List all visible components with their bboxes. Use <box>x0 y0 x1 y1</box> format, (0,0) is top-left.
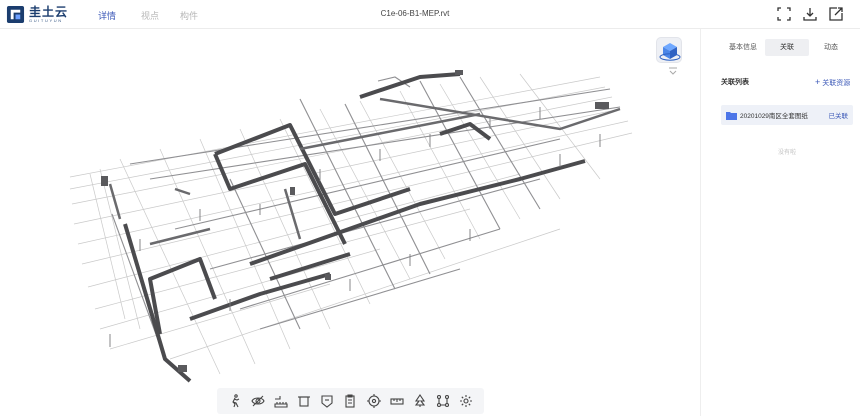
model-viewer[interactable] <box>0 29 700 416</box>
side-panel: 基本信息 关联 动态 关联列表 + 关联资源 20201029南区全套图纸 已关联… <box>700 29 860 416</box>
logo-icon <box>6 5 25 24</box>
ruler-icon <box>390 398 404 405</box>
tab-activity[interactable]: 动态 <box>809 39 853 56</box>
tab-components[interactable]: 构件 <box>180 9 198 22</box>
clipboard-icon <box>345 394 355 408</box>
target-button[interactable] <box>365 392 383 410</box>
view-cube[interactable] <box>656 37 682 63</box>
mep-model-wireframe[interactable] <box>0 29 700 416</box>
chevron-down-icon[interactable] <box>668 67 678 75</box>
walk-button[interactable] <box>226 392 244 410</box>
walk-icon <box>231 394 239 408</box>
nodes-button[interactable] <box>434 392 452 410</box>
measure-button[interactable] <box>272 392 290 410</box>
markup-icon <box>321 395 333 408</box>
section-button[interactable] <box>295 392 313 410</box>
relation-list-title: 关联列表 <box>721 79 749 86</box>
tab-relations[interactable]: 关联 <box>765 39 809 56</box>
plus-icon: + <box>815 77 821 87</box>
brand-subtitle: GUITUYUN <box>29 17 63 23</box>
download-icon[interactable] <box>803 7 817 21</box>
link-resource-label: 关联资源 <box>822 80 851 87</box>
section-icon <box>298 396 311 407</box>
tree-icon <box>414 394 426 407</box>
target-icon <box>366 394 381 408</box>
settings-button[interactable] <box>457 392 475 410</box>
share-icon[interactable] <box>829 7 843 21</box>
tab-details[interactable]: 详情 <box>98 9 116 22</box>
top-bar: 圭土云 GUITUYUN 详情 视点 构件 C1e-06-B1-MEP.rvt <box>0 0 860 29</box>
list-item[interactable]: 20201029南区全套图纸 已关联 <box>721 105 853 125</box>
document-title: C1e-06-B1-MEP.rvt <box>380 9 450 18</box>
cube-icon <box>659 43 681 61</box>
clipboard-button[interactable] <box>341 392 359 410</box>
measure-icon <box>274 396 288 408</box>
ruler-button[interactable] <box>388 392 406 410</box>
markup-button[interactable] <box>318 392 336 410</box>
panel-tabs: 基本信息 关联 动态 <box>721 39 853 56</box>
settings-icon <box>460 395 473 407</box>
hide-icon <box>251 395 265 407</box>
tab-basic-info[interactable]: 基本信息 <box>721 39 765 56</box>
status-badge: 已关联 <box>828 113 849 120</box>
list-end-text: 没有啦 <box>777 150 796 156</box>
viewer-toolbar <box>217 388 484 414</box>
tree-button[interactable] <box>411 392 429 410</box>
link-resource-button[interactable]: + 关联资源 <box>815 77 850 88</box>
tab-viewpoints[interactable]: 视点 <box>141 9 159 22</box>
hide-button[interactable] <box>249 392 267 410</box>
brand-logo[interactable]: 圭土云 GUITUYUN <box>6 5 68 24</box>
brand-name: 圭土云 <box>29 4 69 19</box>
folder-icon <box>726 111 737 120</box>
nodes-icon <box>437 394 450 408</box>
file-name: 20201029南区全套图纸 <box>740 113 808 120</box>
fullscreen-icon[interactable] <box>777 7 791 21</box>
